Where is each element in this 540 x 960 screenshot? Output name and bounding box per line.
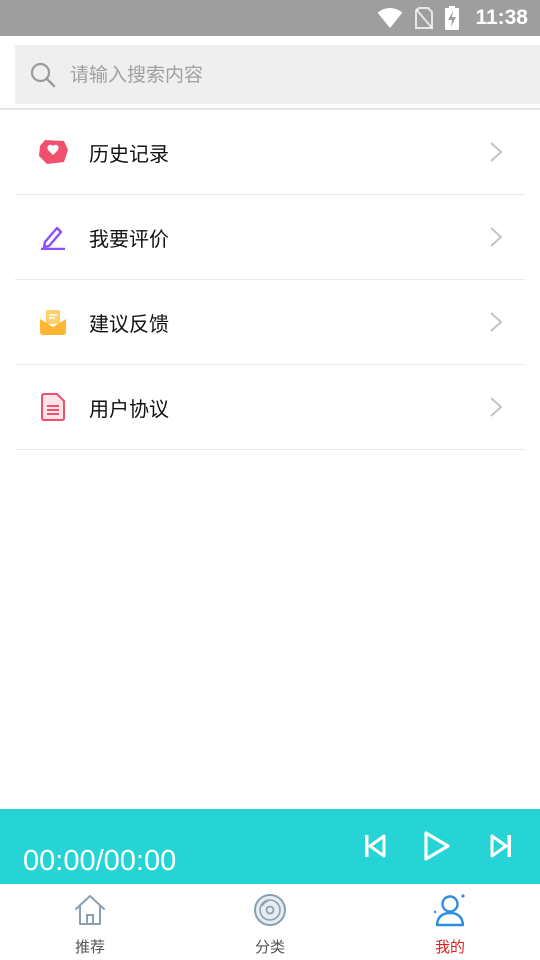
menu-item-user-agreement[interactable]: 用户协议 xyxy=(15,365,525,450)
menu-item-review[interactable]: 我要评价 xyxy=(15,195,525,280)
nav-label: 推荐 xyxy=(74,938,105,956)
menu-item-feedback[interactable]: 建议反馈 xyxy=(15,280,525,365)
search-icon xyxy=(30,62,56,87)
chevron-right-icon xyxy=(490,312,503,332)
status-bar: 11:38 xyxy=(0,0,540,36)
nav-label: 分类 xyxy=(254,938,285,956)
nav-label: 我的 xyxy=(434,938,465,956)
play-button[interactable] xyxy=(419,829,453,863)
chevron-right-icon xyxy=(490,397,503,417)
settings-menu: 历史记录 我要评价 建议反馈 用户协议 xyxy=(15,110,525,450)
chevron-right-icon xyxy=(490,227,503,247)
document-icon xyxy=(37,391,69,423)
status-time: 11:38 xyxy=(475,6,528,29)
nav-tab-recommend[interactable]: 推荐 xyxy=(0,884,180,960)
search-bar xyxy=(0,36,540,110)
search-input[interactable] xyxy=(70,63,490,86)
play-icon xyxy=(424,831,450,861)
previous-icon xyxy=(365,834,386,858)
edit-pencil-icon xyxy=(37,221,69,253)
feedback-envelope-icon xyxy=(37,306,69,338)
previous-button[interactable] xyxy=(358,829,392,863)
next-button[interactable] xyxy=(484,829,518,863)
menu-item-label: 用户协议 xyxy=(89,396,169,421)
chevron-right-icon xyxy=(490,142,503,162)
user-icon xyxy=(433,894,465,927)
history-icon xyxy=(37,136,69,168)
wifi-icon xyxy=(377,8,403,28)
nav-tab-category[interactable]: 分类 xyxy=(180,884,360,960)
music-player-bar: 00:00/00:00 xyxy=(0,809,540,884)
home-icon xyxy=(75,895,105,925)
menu-item-label: 历史记录 xyxy=(89,141,169,166)
no-sim-icon xyxy=(415,7,434,29)
next-icon xyxy=(490,834,511,858)
bottom-nav: 推荐 分类 我的 xyxy=(0,884,540,960)
playback-time: 00:00/00:00 xyxy=(23,845,177,877)
nav-tab-mine[interactable]: 我的 xyxy=(360,884,540,960)
search-box[interactable] xyxy=(15,45,540,104)
menu-item-history[interactable]: 历史记录 xyxy=(15,110,525,195)
disc-icon xyxy=(254,894,286,926)
menu-item-label: 建议反馈 xyxy=(89,311,169,336)
battery-charging-icon xyxy=(445,6,460,30)
menu-item-label: 我要评价 xyxy=(89,226,169,251)
